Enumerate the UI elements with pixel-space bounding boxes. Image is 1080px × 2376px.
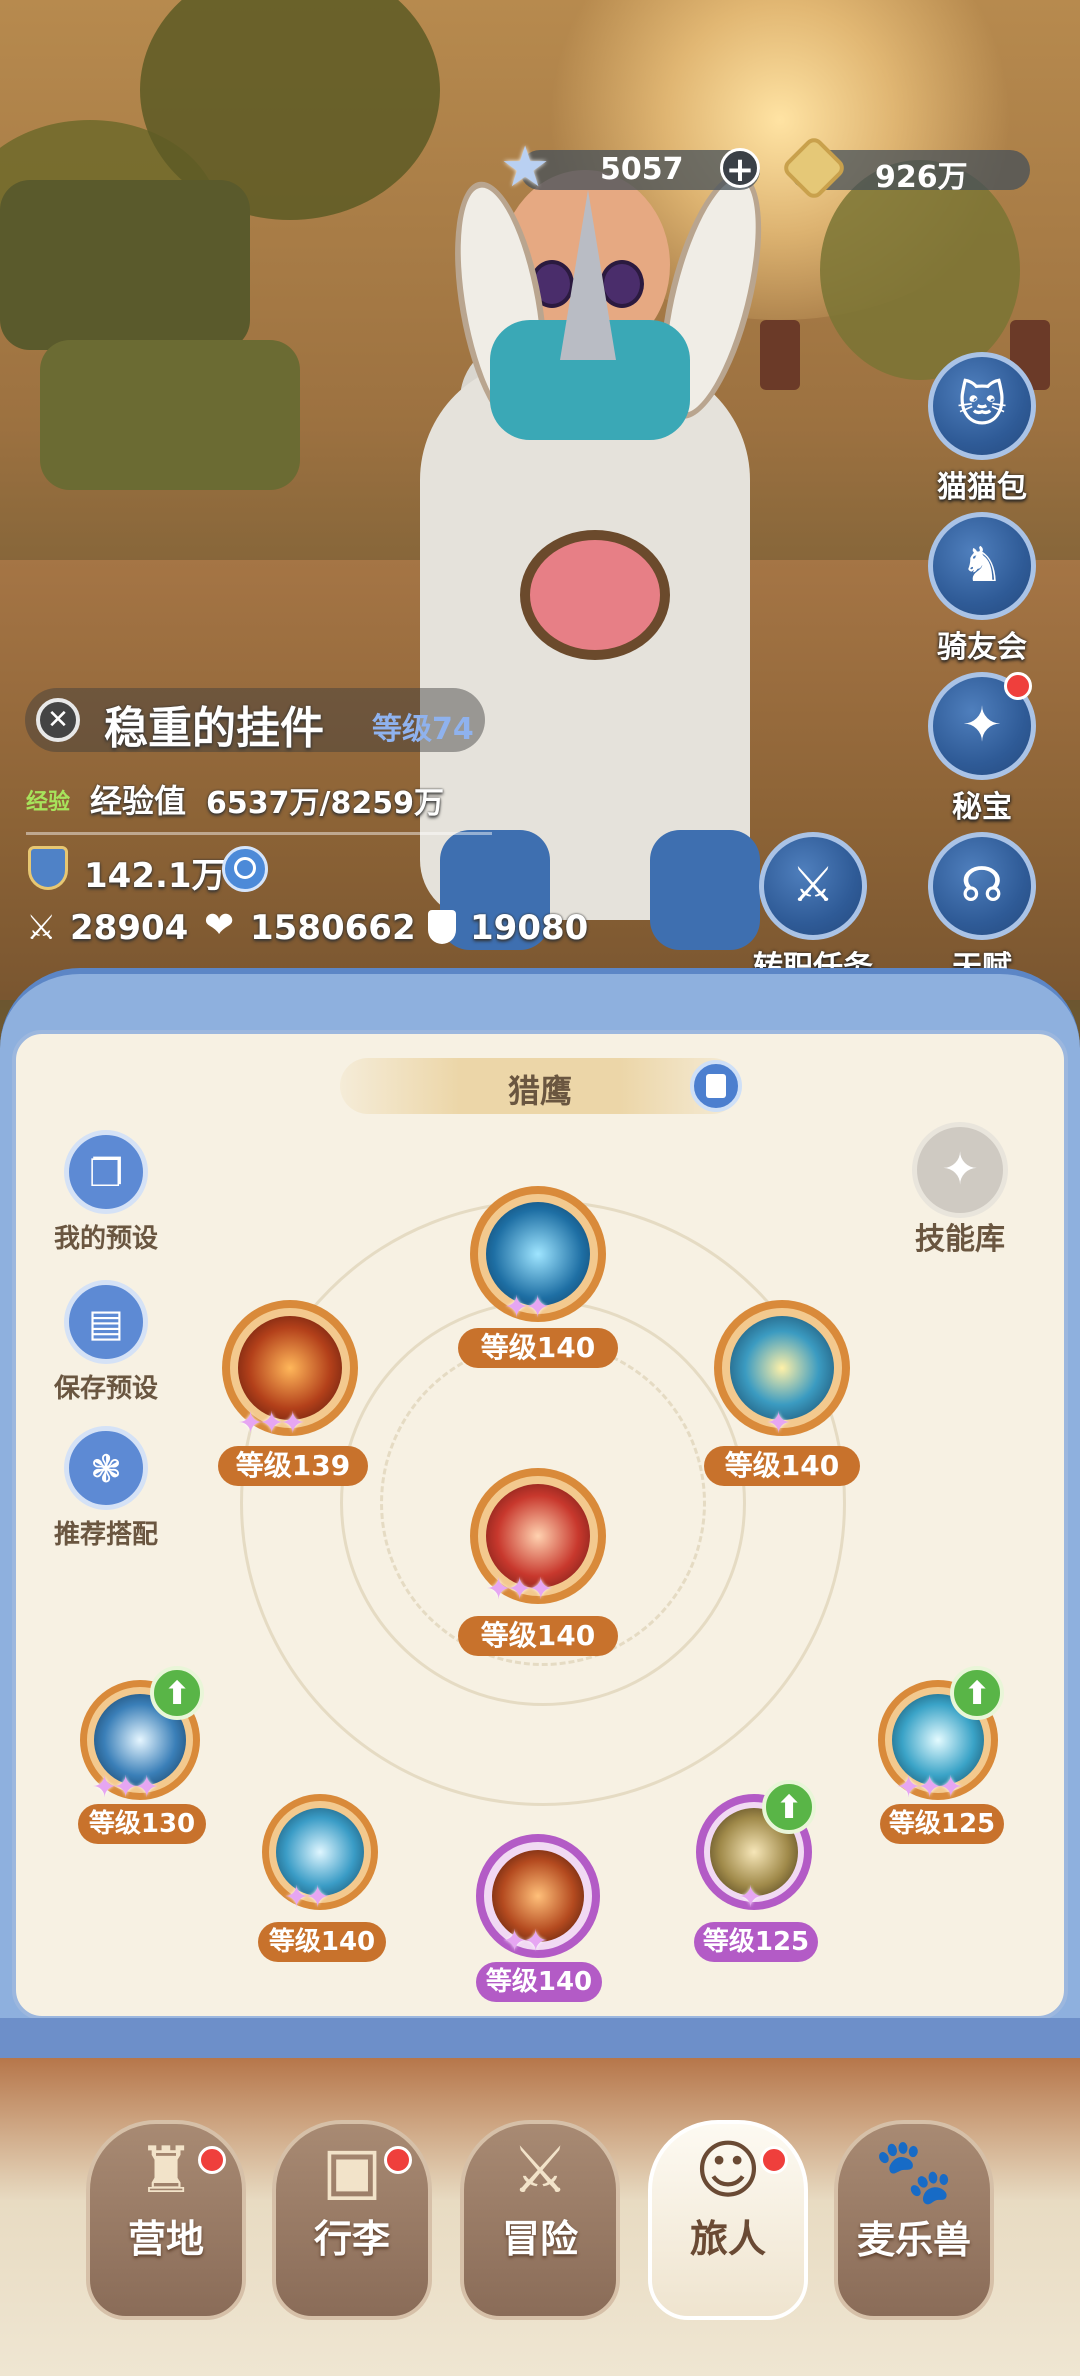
- skill-library-button[interactable]: ✦ 技能库: [890, 1122, 1030, 1258]
- skill-bottom-5[interactable]: ✦✦✦ ⬆: [878, 1666, 1004, 1805]
- skill-level: 等级140: [704, 1446, 860, 1486]
- skill-stars: ✦✦: [504, 1290, 550, 1325]
- defense-icon: [428, 910, 456, 944]
- class-info-button[interactable]: [690, 1060, 742, 1112]
- skill-bottom-3[interactable]: ✦✦: [476, 1834, 600, 1959]
- skill-bottom-4[interactable]: ✦ ⬆: [696, 1780, 816, 1915]
- nav-luggage[interactable]: ▣ 行李: [272, 2120, 432, 2320]
- cat-bag-icon: 🐱: [928, 352, 1036, 460]
- skill-level: 等级140: [258, 1922, 386, 1962]
- job-change-icon: ⚔: [759, 832, 867, 940]
- class-emblem-icon: ✕: [36, 698, 80, 742]
- upgrade-arrow-icon: ⬆: [762, 1780, 816, 1834]
- nav-traveler[interactable]: ☺ 旅人: [648, 2120, 808, 2320]
- left-button-label: 保存预设: [53, 1374, 158, 1404]
- my-preset-button[interactable]: ❐ 我的预设: [36, 1130, 176, 1255]
- notification-badge: [384, 2146, 412, 2174]
- job-task-button[interactable]: ⚔ 转职任务: [733, 832, 893, 986]
- skill-center[interactable]: ✦✦✦: [470, 1468, 606, 1607]
- side-button-cat-bag[interactable]: 🐱 猫猫包: [922, 352, 1042, 506]
- inspect-button[interactable]: [222, 846, 268, 892]
- power-shield-icon: [28, 846, 68, 890]
- notification-badge: [198, 2146, 226, 2174]
- character-on-mount: [420, 163, 782, 950]
- side-button-label: 猫猫包: [937, 470, 1027, 505]
- coin-count: 926万: [875, 160, 968, 195]
- skill-bottom-2[interactable]: ✦✦: [262, 1794, 378, 1915]
- side-button-treasure[interactable]: ✦ 秘宝: [922, 672, 1042, 826]
- upgrade-arrow-icon: ⬆: [950, 1666, 1004, 1720]
- skill-library-icon: ✦: [912, 1122, 1008, 1218]
- nav-label: 冒险: [501, 2217, 578, 2261]
- skill-upper-right[interactable]: ✦: [714, 1300, 850, 1441]
- defense-value: 19080: [470, 908, 589, 948]
- skill-stars: ✦✦✦: [896, 1770, 963, 1805]
- star-count: 5057: [600, 152, 684, 187]
- save-icon: ▤: [64, 1280, 148, 1364]
- exp-label: 经验值: [90, 782, 187, 820]
- left-button-label: 我的预设: [53, 1224, 158, 1254]
- combat-power: 142.1万: [84, 856, 226, 896]
- book-icon: [706, 1074, 726, 1098]
- nav-label: 麦乐兽: [856, 2218, 971, 2262]
- skill-stars: ✦✦: [502, 1924, 548, 1959]
- rock: [40, 340, 300, 490]
- class-tab[interactable]: 猎鹰: [340, 1058, 740, 1114]
- skill-stars: ✦✦✦: [486, 1572, 553, 1607]
- search-icon: [234, 857, 256, 879]
- skill-library-label: 技能库: [915, 1222, 1005, 1257]
- heart-icon: ❤: [204, 905, 235, 946]
- side-button-riders-club[interactable]: ♞ 骑友会: [922, 512, 1042, 666]
- player-name: 稳重的挂件: [104, 703, 324, 754]
- add-currency-button[interactable]: +: [720, 148, 760, 189]
- side-button-label: 骑友会: [937, 630, 1027, 665]
- upgrade-arrow-icon: ⬆: [150, 1666, 204, 1720]
- nav-label: 行李: [313, 2217, 390, 2261]
- pet-icon: 🐾: [874, 2135, 954, 2209]
- skill-level: 等级130: [78, 1804, 206, 1844]
- preset-icon: ❐: [64, 1130, 148, 1214]
- panel-bottom-border: [0, 2018, 1080, 2058]
- hp-value: 1580662: [250, 908, 416, 948]
- nav-pets[interactable]: 🐾 麦乐兽: [834, 2120, 994, 2320]
- skill-top[interactable]: ✦✦: [470, 1186, 606, 1325]
- rock: [0, 180, 250, 350]
- side-button-talent[interactable]: ☊ 天赋: [922, 832, 1042, 986]
- star-icon: ★: [500, 135, 551, 200]
- skill-stars: ✦: [766, 1406, 791, 1441]
- brain-icon: ☊: [928, 832, 1036, 940]
- nav-label: 营地: [127, 2217, 204, 2261]
- exp-bar: [26, 832, 492, 835]
- skill-level: 等级140: [458, 1616, 618, 1656]
- left-button-label: 推荐搭配: [53, 1520, 158, 1550]
- skill-stars: ✦: [738, 1880, 763, 1915]
- skill-stars: ✦✦✦: [92, 1770, 159, 1805]
- recommend-build-button[interactable]: ❃ 推荐搭配: [36, 1426, 176, 1551]
- exp-tag: 经验: [26, 790, 71, 815]
- skill-stars: ✦✦✦: [238, 1406, 305, 1441]
- notification-badge: [760, 2146, 788, 2174]
- skill-upper-left[interactable]: ✦✦✦: [222, 1300, 358, 1441]
- skill-level: 等级139: [218, 1446, 368, 1486]
- recommend-icon: ❃: [64, 1426, 148, 1510]
- horse-icon: ♞: [928, 512, 1036, 620]
- class-name: 猎鹰: [507, 1072, 572, 1110]
- skill-level: 等级140: [476, 1962, 602, 2002]
- nav-adventure[interactable]: ⚔ 冒险: [460, 2120, 620, 2320]
- skill-level: 等级125: [880, 1804, 1004, 1844]
- side-button-label: 秘宝: [952, 790, 1012, 825]
- player-level: 等级74: [372, 712, 474, 747]
- nav-label: 旅人: [689, 2217, 766, 2261]
- skill-level: 等级125: [694, 1922, 818, 1962]
- exp-value: 6537万/8259万: [206, 786, 444, 821]
- save-preset-button[interactable]: ▤ 保存预设: [36, 1280, 176, 1405]
- attack-icon: ⚔: [26, 908, 57, 948]
- notification-badge: [1004, 672, 1032, 700]
- skill-bottom-1[interactable]: ✦✦✦ ⬆: [80, 1666, 204, 1805]
- nav-camp[interactable]: ♜ 营地: [86, 2120, 246, 2320]
- skill-level: 等级140: [458, 1328, 618, 1368]
- crossed-swords-icon: ⚔: [511, 2134, 569, 2208]
- skill-stars: ✦✦: [284, 1880, 330, 1915]
- attack-value: 28904: [70, 908, 189, 948]
